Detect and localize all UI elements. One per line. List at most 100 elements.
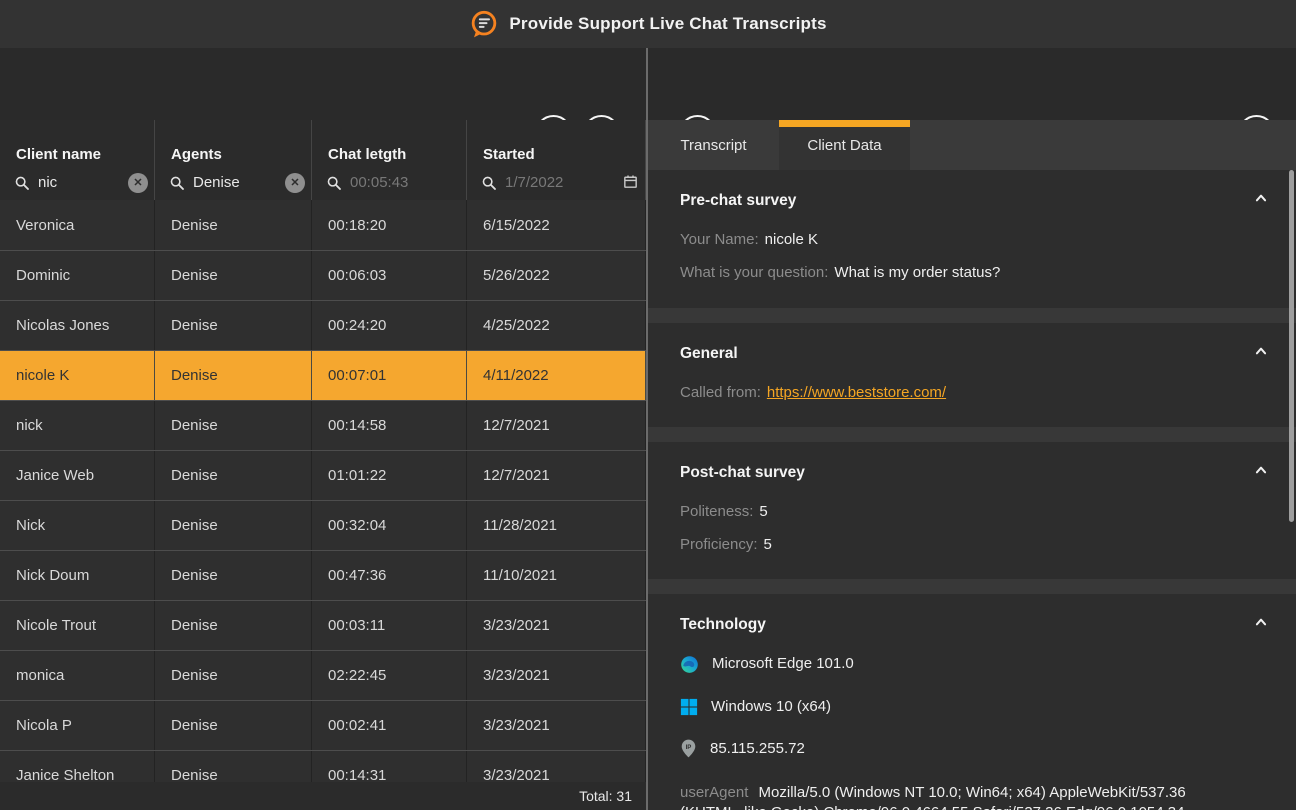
- collapse-section-button[interactable]: [1254, 464, 1268, 479]
- search-icon: [326, 175, 342, 191]
- column-label: Chat letgth: [328, 146, 406, 163]
- clear-filter-button[interactable]: ✕: [128, 173, 148, 193]
- chevron-up-icon: [1254, 345, 1268, 357]
- ip-icon: IP: [680, 739, 697, 758]
- cell-client: Nicolas Jones: [0, 301, 155, 350]
- detail-item: Politeness:5: [680, 502, 1264, 522]
- table-row[interactable]: Janice WebDenise01:01:2212/7/2021: [0, 450, 646, 500]
- detail-value: nicole K: [765, 231, 818, 248]
- useragent-item: userAgent Mozilla/5.0 (Windows NT 10.0; …: [680, 783, 1220, 810]
- table-row[interactable]: NickDenise00:32:0411/28/2021: [0, 500, 646, 550]
- client-data-sections: Pre-chat survey Your Name:nicole K What is…: [648, 170, 1296, 810]
- cell-agent: Denise: [155, 401, 312, 450]
- cell-length: 00:32:04: [312, 501, 467, 550]
- cell-length: 00:07:01: [312, 351, 467, 400]
- cell-started: 11/28/2021: [467, 501, 646, 550]
- collapse-section-button[interactable]: [1254, 616, 1268, 631]
- cell-client: nicole K: [0, 351, 155, 400]
- cell-started: 4/25/2022: [467, 301, 646, 350]
- cell-agent: Denise: [155, 251, 312, 300]
- filter-cell-agent: ✕: [155, 165, 312, 200]
- agent-filter-input[interactable]: [193, 174, 283, 191]
- detail-value: 5: [764, 536, 772, 553]
- detail-value: 5: [759, 503, 767, 520]
- chevron-up-icon: [1254, 192, 1268, 204]
- tab-bar: TranscriptClient Data: [648, 120, 1296, 170]
- collapse-section-button[interactable]: [1254, 345, 1268, 360]
- detail-label: Called from:: [680, 384, 761, 401]
- client-filter-input[interactable]: [38, 174, 126, 191]
- length-filter-input[interactable]: [350, 174, 460, 191]
- cell-started: 6/15/2022: [467, 200, 646, 250]
- table-row[interactable]: Nick DoumDenise00:47:3611/10/2021: [0, 550, 646, 600]
- chevron-up-icon: [1254, 464, 1268, 476]
- cell-length: 01:01:22: [312, 451, 467, 500]
- cell-client: nick: [0, 401, 155, 450]
- table-row[interactable]: nickDenise00:14:5812/7/2021: [0, 400, 646, 450]
- clear-filter-button[interactable]: ✕: [285, 173, 305, 193]
- cell-started: 3/23/2021: [467, 701, 646, 750]
- cell-client: monica: [0, 651, 155, 700]
- section-general: General Called from: https://www.beststore…: [648, 323, 1296, 427]
- cell-started: 5/26/2022: [467, 251, 646, 300]
- detail-label: What is your question:: [680, 264, 828, 281]
- transcripts-table-panel: Client name Agents Chat letgth Started ✕ ✕ V…: [0, 120, 646, 810]
- cell-agent: Denise: [155, 351, 312, 400]
- detail-item: IP 85.115.255.72: [680, 739, 1264, 759]
- cell-started: 4/11/2022: [467, 351, 646, 400]
- cell-length: 00:06:03: [312, 251, 467, 300]
- section-technology: Technology Microsoft Edge 101.0 Windows 10…: [648, 594, 1296, 810]
- detail-value: What is my order status?: [834, 264, 1000, 281]
- cell-agent: Denise: [155, 301, 312, 350]
- search-icon: [169, 175, 185, 191]
- column-header-length[interactable]: Chat letgth: [312, 120, 467, 165]
- table-row[interactable]: Nicole TroutDenise00:03:113/23/2021: [0, 600, 646, 650]
- cell-length: 00:02:41: [312, 701, 467, 750]
- cell-client: Veronica: [0, 200, 155, 250]
- cell-agent: Denise: [155, 651, 312, 700]
- cell-client: Dominic: [0, 251, 155, 300]
- collapse-section-button[interactable]: [1254, 192, 1268, 207]
- table-row[interactable]: VeronicaDenise00:18:206/15/2022: [0, 200, 646, 250]
- cell-agent: Denise: [155, 501, 312, 550]
- detail-item: Microsoft Edge 101.0: [680, 654, 1264, 674]
- detail-value: Microsoft Edge 101.0: [712, 654, 854, 674]
- table-row[interactable]: Nicolas JonesDenise00:24:204/25/2022: [0, 300, 646, 350]
- detail-value: Windows 10 (x64): [711, 697, 831, 717]
- detail-item: Your Name:nicole K: [680, 230, 1264, 250]
- column-label: Client name: [16, 146, 101, 163]
- cell-agent: Denise: [155, 451, 312, 500]
- table-body: VeronicaDenise00:18:206/15/2022DominicDe…: [0, 200, 646, 800]
- tab-client-data[interactable]: Client Data: [779, 120, 910, 170]
- section-title: Technology: [680, 616, 1264, 634]
- scrollbar-thumb[interactable]: [1289, 170, 1294, 522]
- column-header-started[interactable]: Started: [467, 120, 646, 165]
- section-title: Pre-chat survey: [680, 192, 1264, 210]
- cell-client: Nick: [0, 501, 155, 550]
- toolbar: my-account: [0, 48, 1296, 120]
- cell-started: 12/7/2021: [467, 451, 646, 500]
- table-row[interactable]: monicaDenise02:22:453/23/2021: [0, 650, 646, 700]
- tab-transcript[interactable]: Transcript: [648, 120, 779, 170]
- edge-icon: [680, 655, 699, 674]
- client-details-panel: TranscriptClient Data Pre-chat survey You…: [648, 120, 1296, 810]
- section-title: General: [680, 345, 1264, 363]
- started-filter-input[interactable]: [505, 174, 620, 191]
- called-from-link[interactable]: https://www.beststore.com/: [767, 384, 946, 401]
- app-title: Provide Support Live Chat Transcripts: [509, 14, 826, 34]
- cell-length: 00:47:36: [312, 551, 467, 600]
- table-row[interactable]: nicole KDenise00:07:014/11/2022: [0, 350, 646, 400]
- table-row[interactable]: DominicDenise00:06:035/26/2022: [0, 250, 646, 300]
- column-header-client[interactable]: Client name: [0, 120, 155, 165]
- search-icon: [14, 175, 30, 191]
- calendar-button[interactable]: [622, 173, 639, 193]
- detail-value: Mozilla/5.0 (Windows NT 10.0; Win64; x64…: [680, 784, 1186, 810]
- column-header-agent[interactable]: Agents: [155, 120, 312, 165]
- detail-value: 85.115.255.72: [710, 739, 805, 759]
- cell-agent: Denise: [155, 551, 312, 600]
- svg-text:IP: IP: [686, 744, 692, 751]
- total-count: Total: 31: [579, 788, 632, 804]
- cell-started: 3/23/2021: [467, 651, 646, 700]
- table-row[interactable]: Nicola PDenise00:02:413/23/2021: [0, 700, 646, 750]
- filter-cell-length: [312, 165, 467, 200]
